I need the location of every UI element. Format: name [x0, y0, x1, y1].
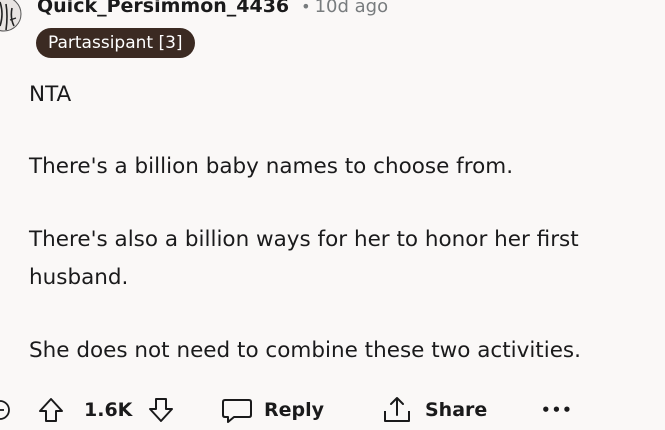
share-icon [384, 397, 410, 422]
share-button[interactable]: Share [380, 390, 487, 430]
collapse-thread-button[interactable] [0, 390, 12, 430]
vote-count-label: 1.6K [84, 399, 133, 421]
downvote-button[interactable] [146, 390, 176, 430]
share-label: Share [425, 399, 488, 421]
collapse-icon [0, 400, 10, 420]
comment-paragraph: There's also a billion ways for her to h… [29, 227, 579, 290]
comment-meta: Quick_Persimmon_4436 • 10d ago [37, 0, 388, 20]
reply-icon [222, 399, 252, 423]
avatar[interactable] [0, 0, 22, 44]
comment-paragraph: There's a billion baby names to choose f… [29, 154, 514, 179]
reply-label: Reply [264, 399, 325, 421]
upvote-icon [39, 398, 63, 422]
comment-action-bar: 1.6K Reply Share ••• [0, 390, 665, 430]
comment-paragraph: NTA [29, 82, 72, 107]
user-flair: Partassipant [3] [36, 28, 195, 58]
username-link[interactable]: Quick_Persimmon_4436 [37, 0, 289, 17]
more-icon: ••• [541, 401, 573, 419]
reply-button[interactable]: Reply [220, 390, 324, 430]
downvote-icon [149, 398, 173, 422]
comment-paragraph: She does not need to combine these two a… [29, 338, 581, 363]
upvote-button[interactable] [36, 390, 66, 430]
meta-separator: • [301, 0, 311, 16]
more-options-button[interactable]: ••• [541, 390, 573, 430]
comment-age[interactable]: 10d ago [315, 0, 389, 17]
vote-count: 1.6K [84, 390, 132, 430]
